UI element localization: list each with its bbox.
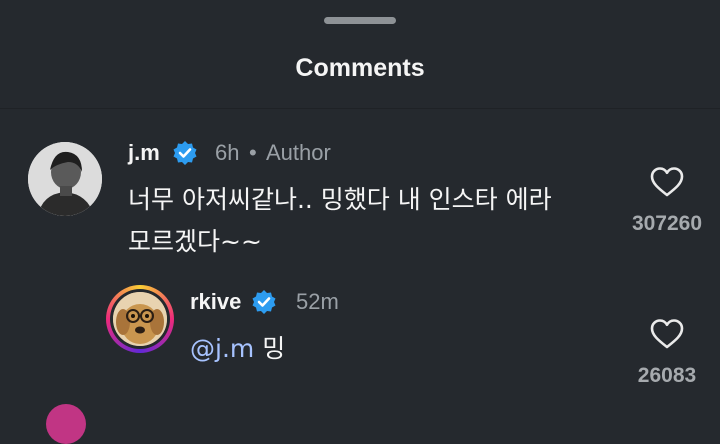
- avatar-jm-photo: [28, 142, 102, 216]
- avatar-rkive[interactable]: [110, 289, 170, 349]
- like-heart-icon[interactable]: [650, 166, 684, 198]
- comments-header: Comments: [0, 0, 720, 109]
- reply-like-count: 26083: [637, 364, 697, 387]
- like-heart-icon[interactable]: [650, 318, 684, 350]
- comment-text-line1: 너무 아저씨같나.. 밍했다 내 인스타 에라: [128, 185, 552, 214]
- reply-body: 밍: [262, 334, 286, 363]
- like-count: 307260: [631, 212, 703, 235]
- next-avatar-ring: [46, 404, 86, 444]
- comment-list[interactable]: [0, 109, 720, 415]
- drag-handle[interactable]: [324, 17, 396, 24]
- reply-text: @j.m 밍: [190, 331, 285, 367]
- verified-badge-icon: [173, 141, 197, 165]
- mention-link[interactable]: @j.m: [190, 334, 254, 363]
- comment-username[interactable]: j.m: [128, 140, 160, 166]
- dog-with-glasses-image: [113, 292, 167, 346]
- verified-badge-icon: [252, 290, 276, 314]
- avatar-rkive-photo: [113, 292, 167, 346]
- reply-username[interactable]: rkive: [190, 289, 241, 315]
- comment-text-line2: 모르겠다~~: [128, 227, 262, 256]
- reply-time: 52m: [296, 289, 339, 314]
- sheet-title: Comments: [295, 54, 425, 82]
- meta-separator: •: [249, 140, 257, 165]
- comment-time: 6h: [215, 140, 240, 165]
- author-badge: Author: [266, 140, 331, 165]
- avatar-jm[interactable]: [28, 142, 102, 216]
